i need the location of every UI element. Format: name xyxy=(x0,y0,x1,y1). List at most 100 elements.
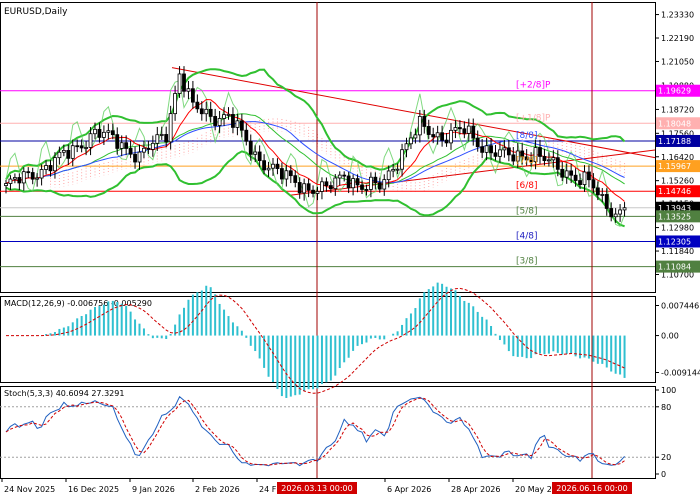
murrey-level-label: [3/8] xyxy=(516,257,538,267)
candle-body xyxy=(213,116,218,126)
candle-body xyxy=(373,176,378,184)
candle-body xyxy=(190,88,195,103)
candle-body xyxy=(355,178,360,186)
candle-body xyxy=(159,134,164,136)
date-tick-label: 24 F xyxy=(259,485,277,494)
main-pane-frame xyxy=(0,2,656,293)
macd-label: MACD(12,26,9) -0.006756 -0.005290 xyxy=(4,299,152,308)
candle-body xyxy=(66,150,71,159)
candle-body xyxy=(53,157,57,172)
price-tick-label: 1.15260 xyxy=(661,177,694,186)
candle-body xyxy=(133,153,137,163)
candle-body xyxy=(253,151,258,155)
candle-body xyxy=(547,159,551,162)
candle-body xyxy=(271,163,275,169)
candle-body xyxy=(462,128,467,134)
candle-body xyxy=(618,209,622,215)
murrey-level-label: [+1/8]P xyxy=(516,113,551,123)
candle-body xyxy=(231,114,235,128)
candle-body xyxy=(284,170,289,180)
price-chart-svg[interactable]: 1.233301.221901.210501.198801.187201.175… xyxy=(0,0,700,500)
symbol-label: EURUSD,Daily xyxy=(4,7,68,17)
stoch-d-line xyxy=(5,397,625,466)
murrey-level-label: [+2/8]P xyxy=(516,81,551,91)
candle-body xyxy=(346,175,351,189)
candle-body xyxy=(199,108,204,115)
candle-body xyxy=(279,168,284,180)
price-tick-label: 1.22190 xyxy=(661,34,694,43)
candle-body xyxy=(164,134,169,143)
candle-body xyxy=(124,142,129,149)
candle-body xyxy=(57,151,62,159)
candle-body xyxy=(102,131,106,138)
candle-body xyxy=(142,147,146,153)
candle-body xyxy=(93,128,97,135)
candle-body xyxy=(333,177,338,190)
candle-body xyxy=(84,147,88,149)
candle-body xyxy=(498,149,502,157)
date-tick-label: 28 Apr 2026 xyxy=(451,485,500,494)
candle-body xyxy=(466,125,471,134)
candle-body xyxy=(239,120,244,131)
candle-body xyxy=(244,129,249,142)
candle-body xyxy=(480,146,485,153)
candle-body xyxy=(604,194,609,209)
candle-body xyxy=(222,114,226,119)
price-tick-label: 1.23330 xyxy=(661,11,694,20)
candle-body xyxy=(257,151,262,162)
candle-body xyxy=(564,170,569,178)
candle-body xyxy=(146,147,151,150)
price-tag-label: 1.14746 xyxy=(658,187,691,196)
candle-body xyxy=(493,152,498,157)
price-tick-label: 1.12980 xyxy=(661,224,694,233)
trendline-resistance xyxy=(171,67,656,159)
candle-body xyxy=(177,73,182,94)
candle-body xyxy=(538,147,542,157)
candle-body xyxy=(377,182,382,190)
date-tick-label: 2 Feb 2026 xyxy=(195,485,240,494)
candle-body xyxy=(324,181,329,186)
candle-body xyxy=(48,165,53,172)
candle-body xyxy=(587,171,591,181)
stoch-pane-frame xyxy=(0,386,656,479)
murrey-level-label: [6/8] xyxy=(516,181,538,191)
candle-body xyxy=(119,142,124,149)
candle-body xyxy=(208,108,213,117)
candle-body xyxy=(168,113,173,143)
candle-body xyxy=(382,179,387,190)
murrey-level-label: [4/8] xyxy=(516,231,538,241)
candle-body xyxy=(204,108,209,115)
candle-body xyxy=(457,127,462,130)
stoch-label: Stoch(5,3,3) 40.6094 27.3291 xyxy=(4,389,124,398)
candle-body xyxy=(489,145,493,154)
candle-body xyxy=(79,145,84,149)
price-tag-label: 1.15967 xyxy=(658,162,691,171)
date-tick-label: 9 Jan 2026 xyxy=(132,485,175,494)
date-tick-label: 20 May 2 xyxy=(515,485,552,494)
candle-body xyxy=(262,160,267,171)
candle-body xyxy=(386,170,391,181)
candle-body xyxy=(569,170,574,176)
candle-body xyxy=(409,137,413,145)
candle-body xyxy=(12,177,17,180)
stoch-tick-label: 100 xyxy=(661,386,676,395)
candle-body xyxy=(39,169,44,179)
candle-body xyxy=(115,134,120,149)
chart-window[interactable]: 1.233301.221901.210501.198801.187201.175… xyxy=(0,0,700,500)
price-tag-label: 1.12305 xyxy=(658,237,691,246)
candle-body xyxy=(306,183,311,191)
price-tag-label: 1.11084 xyxy=(658,263,691,272)
murrey-level-label: [5/8] xyxy=(516,206,538,216)
macd-tick-label: 0.007446 xyxy=(661,302,699,311)
candle-body xyxy=(542,156,547,162)
price-tag-label: 1.13525 xyxy=(658,212,691,221)
date-marker-label: 2026.06.16 00:00 xyxy=(556,484,627,493)
candle-body xyxy=(226,114,231,116)
price-tick-label: 1.18720 xyxy=(661,105,694,114)
candle-body xyxy=(342,174,347,177)
murrey-level-label: [7/8] xyxy=(516,156,538,166)
candle-body xyxy=(449,129,453,144)
candle-body xyxy=(484,145,489,153)
candle-body xyxy=(511,154,516,162)
candle-body xyxy=(595,187,600,196)
